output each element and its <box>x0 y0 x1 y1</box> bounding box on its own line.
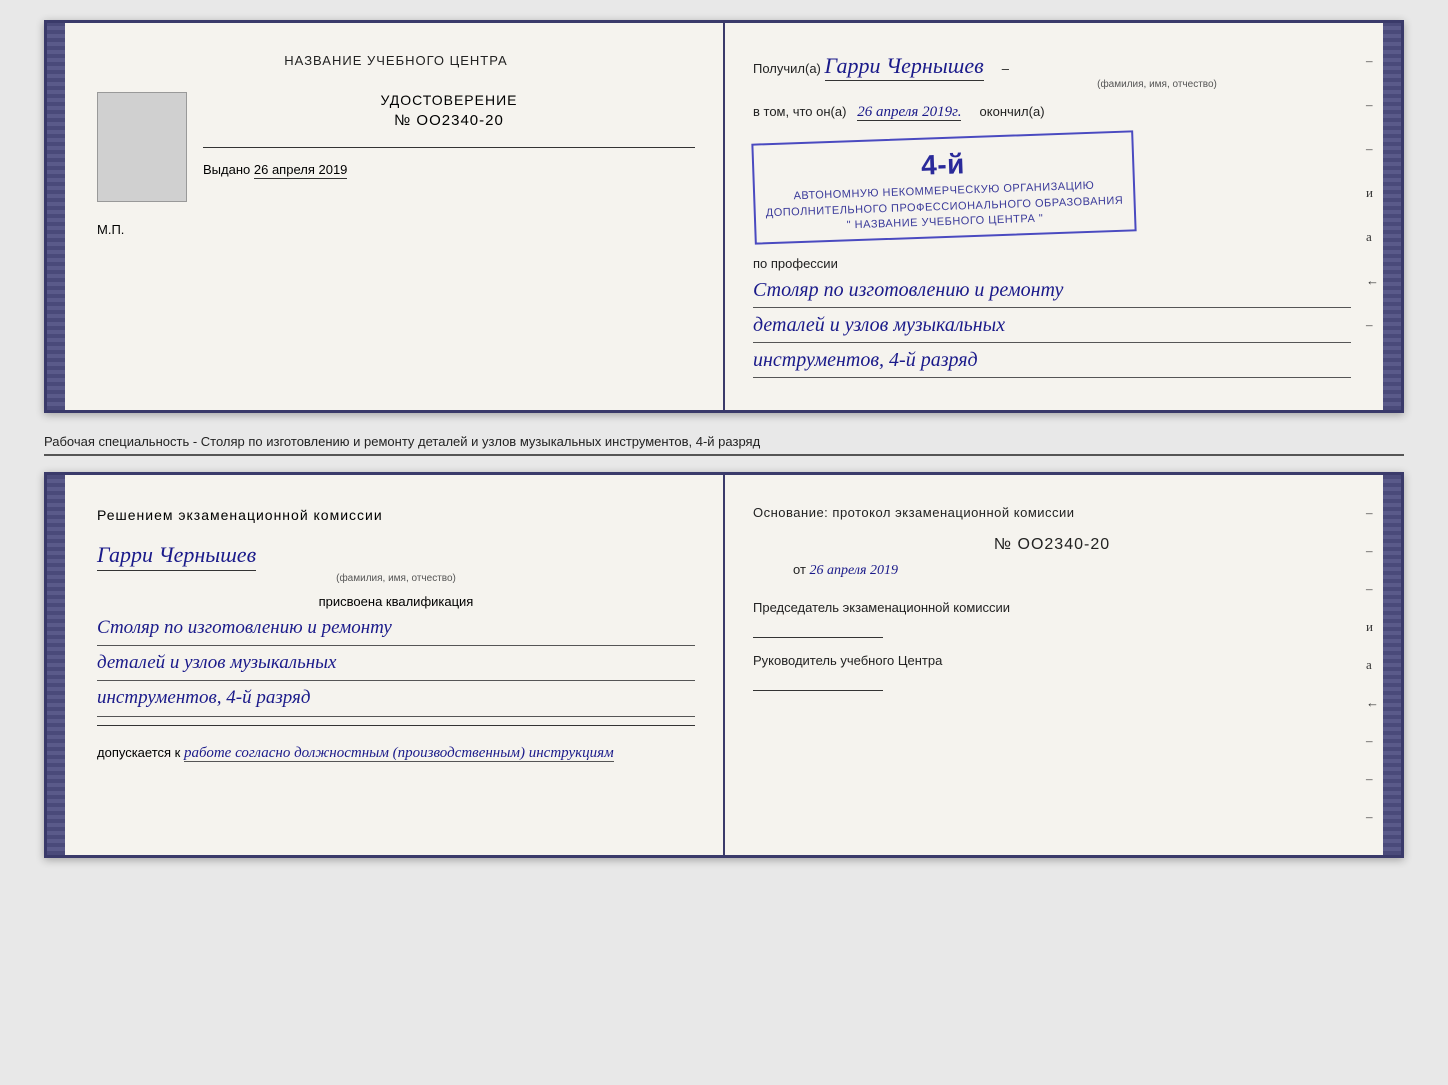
photo-placeholder <box>97 92 187 202</box>
qualification-section: Столяр по изготовлению и ремонту деталей… <box>97 613 695 717</box>
profession-line3: инструментов, 4-й разряд <box>753 345 1351 378</box>
qual-line1: Столяр по изготовлению и ремонту <box>97 613 695 646</box>
profession-section: по профессии Столяр по изготовлению и ре… <box>753 256 1351 378</box>
separator-text: Рабочая специальность - Столяр по изгото… <box>44 429 1404 455</box>
protocol-date: от 26 апреля 2019 <box>753 562 1351 579</box>
mp-label: М.П. <box>97 222 695 237</box>
rukovoditel-block: Руководитель учебного Центра <box>753 652 1351 691</box>
chairman-sig-line <box>753 637 883 638</box>
chairman-block: Председатель экзаменационной комиссии <box>753 599 1351 638</box>
cert-title: УДОСТОВЕРЕНИЕ <box>203 92 695 108</box>
vtom-line: в том, что он(а) 26 апреля 2019г. окончи… <box>753 104 1351 121</box>
fio-label-bottom: (фамилия, имя, отчество) <box>97 573 695 584</box>
top-left-page: НАЗВАНИЕ УЧЕБНОГО ЦЕНТРА УДОСТОВЕРЕНИЕ №… <box>47 23 725 410</box>
profession-line2: деталей и узлов музыкальных <box>753 310 1351 343</box>
osnование-title: Основание: протокол экзаменационной коми… <box>753 505 1351 520</box>
допускается-section: допускается к работе согласно должностны… <box>97 742 695 765</box>
school-name-header: НАЗВАНИЕ УЧЕБНОГО ЦЕНТРА <box>97 53 695 68</box>
dopusk-label: допускается к <box>97 745 180 760</box>
issued-date: 26 апреля 2019 <box>254 162 348 179</box>
bottom-person-name: Гарри Чернышев <box>97 542 256 571</box>
bottom-left-page: Решением экзаменационной комиссии Гарри … <box>47 475 725 855</box>
right-dashes-bottom: – – – и а ← – – – <box>1366 505 1379 825</box>
protocol-date-value: 26 апреля 2019 <box>810 563 898 578</box>
stamp-box: 4-й АВТОНОМНУЮ НЕКОММЕРЧЕСКУЮ ОРГАНИЗАЦИ… <box>751 130 1136 245</box>
right-dashes-top: – – – и а ← – <box>1366 53 1379 333</box>
cert-number: № OO2340-20 <box>203 112 695 129</box>
resolution-title: Решением экзаменационной комиссии <box>97 505 695 526</box>
top-document: НАЗВАНИЕ УЧЕБНОГО ЦЕНТРА УДОСТОВЕРЕНИЕ №… <box>44 20 1404 413</box>
fio-label-top: (фамилия, имя, отчество) <box>963 79 1351 90</box>
qual-line2: деталей и узлов музыкальных <box>97 648 695 681</box>
bottom-right-page: Основание: протокол экзаменационной коми… <box>725 475 1401 855</box>
dopusk-value: работе согласно должностным (производств… <box>184 745 614 762</box>
profession-line1: Столяр по изготовлению и ремонту <box>753 275 1351 308</box>
rukovoditel-sig-line <box>753 690 883 691</box>
profession-label: по профессии <box>753 256 1351 271</box>
bottom-document: Решением экзаменационной комиссии Гарри … <box>44 472 1404 858</box>
top-right-page: Получил(а) Гарри Чернышев – (фамилия, им… <box>725 23 1401 410</box>
person-name-section: Гарри Чернышев (фамилия, имя, отчество) <box>97 542 695 584</box>
cert-date: 26 апреля 2019г. <box>857 104 961 121</box>
qualification-label: присвоена квалификация <box>97 594 695 609</box>
issued-label: Выдано 26 апреля 2019 <box>203 162 695 179</box>
recipient-label: Получил(а) <box>753 61 821 76</box>
chairman-title: Председатель экзаменационной комиссии <box>753 599 1351 617</box>
protocol-number: № OO2340-20 <box>753 536 1351 554</box>
recipient-name: Гарри Чернышев <box>825 53 984 81</box>
qual-line3: инструментов, 4-й разряд <box>97 683 695 716</box>
recipient-line: Получил(а) Гарри Чернышев – (фамилия, им… <box>753 53 1351 90</box>
rukovoditel-title: Руководитель учебного Центра <box>753 652 1351 670</box>
